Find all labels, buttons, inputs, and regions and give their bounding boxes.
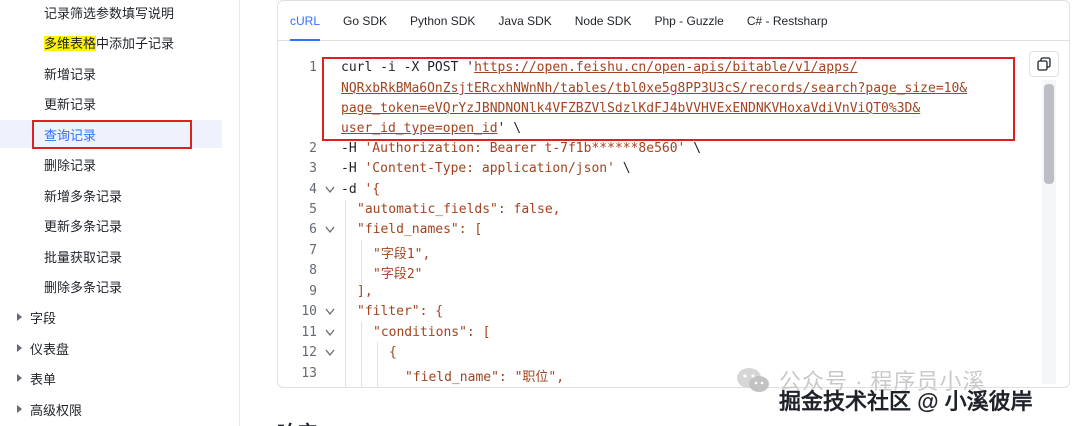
code-line-13: "field_name": "职位", [405,370,565,385]
line-number: 6 [309,222,317,237]
copy-icon [1037,57,1051,71]
line-number: 5 [309,202,317,217]
code-scrollbar-thumb[interactable] [1044,84,1054,184]
code-line-9: ], [357,284,373,299]
line-number: 10 [301,304,317,319]
code-line-4: -d '{ [341,182,381,197]
code-line-10: "filter": { [357,304,444,319]
code-line-7: "字段1", [373,247,431,262]
section-heading-response: 响应 [277,417,317,426]
caret-right-icon [17,405,22,413]
line-number: 3 [309,161,317,176]
indent-guide [377,342,378,388]
line-number: 11 [301,325,317,340]
line-number: 2 [309,141,317,156]
code-line-5: "automatic_fields": false, [357,202,561,217]
fold-chevron-icon[interactable] [325,349,335,357]
watermark-community: 掘金技术社区 @ 小溪彼岸 [779,389,1033,414]
code-line-11: "conditions": [ [373,325,491,340]
fold-chevron-icon[interactable] [325,226,335,234]
wechat-logo-icon [737,368,769,392]
fold-chevron-icon[interactable] [325,308,335,316]
annotation-box-request-url [322,57,1015,141]
indent-guide [361,322,362,388]
indent-guide [345,200,346,388]
line-number: 1 [309,60,317,75]
indent-guide [361,240,362,284]
code-line-12: { [389,345,397,360]
code-line-3: -H 'Content-Type: application/json' \ [341,161,631,176]
code-line-2: -H 'Authorization: Bearer t-7f1b******8e… [341,141,702,156]
line-number: 4 [309,182,317,197]
code-line-6: "field_names": [ [357,222,483,237]
line-number: 12 [301,345,317,360]
line-number: 7 [309,243,317,258]
line-number: 13 [301,366,317,381]
copy-code-button[interactable] [1029,51,1059,77]
line-number: 8 [309,263,317,278]
fold-chevron-icon[interactable] [325,329,335,337]
line-number: 9 [309,284,317,299]
code-line-8: "字段2" [373,267,423,282]
fold-chevron-icon[interactable] [325,186,335,194]
sidebar-group-advanced-permissions[interactable]: 高级权限 [0,395,222,423]
watermark: 公众号 · 程序员小溪 掘金技术社区 @ 小溪彼岸 [735,360,1065,424]
